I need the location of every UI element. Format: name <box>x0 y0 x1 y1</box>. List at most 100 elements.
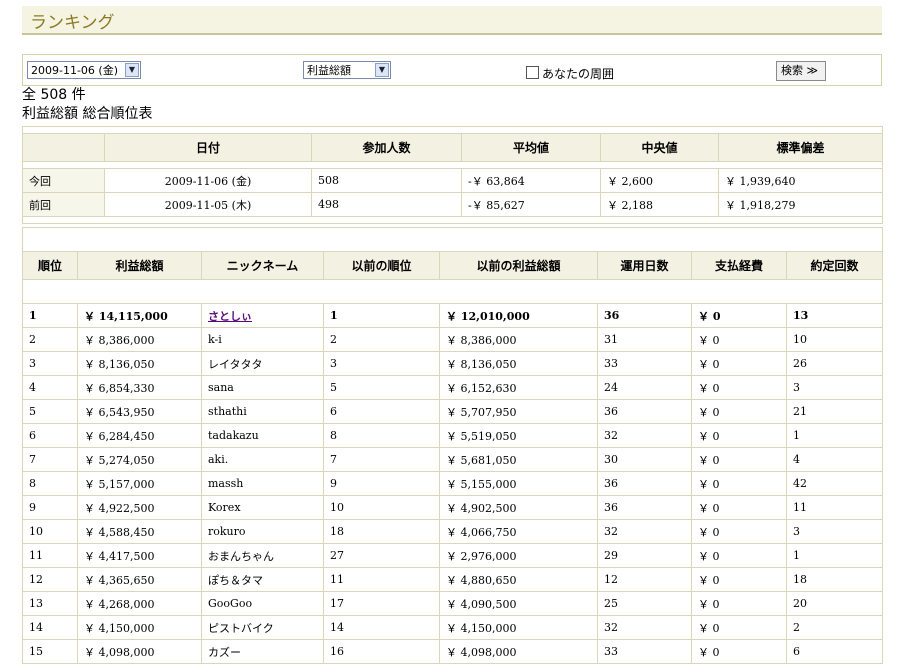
prev-profit-cell: ￥ 8,386,000 <box>439 327 598 352</box>
chevron-down-icon[interactable]: ▼ <box>125 63 139 77</box>
trades-cell: 11 <box>786 495 883 520</box>
chevron-down-icon[interactable]: ▼ <box>375 63 389 77</box>
neighbors-label: あなたの周囲 <box>542 67 615 81</box>
trades-cell: 6 <box>786 639 883 664</box>
table-title: 利益総額 総合順位表 <box>22 106 153 122</box>
stdev-cell: ￥ 1,918,279 <box>717 192 884 217</box>
nickname-cell: レイタタタ <box>201 351 324 376</box>
result-count: 全 508 件 <box>22 87 86 103</box>
metric-select-value: 利益総額 <box>307 64 351 77</box>
days-cell: 31 <box>597 327 692 352</box>
table-row: 13 ￥ 4,268,000 GooGoo 17 ￥ 4,090,500 25 ￥ 0 20 <box>22 591 883 616</box>
table-row: 2 ￥ 8,386,000 k-i 2 ￥ 8,386,000 31 ￥ 0 10 <box>22 327 883 352</box>
profit-cell: ￥ 5,274,050 <box>77 447 202 472</box>
table-row: 10 ￥ 4,588,450 rokuro 18 ￥ 4,066,750 32 ￥ 03 <box>22 519 883 544</box>
page-title: ランキング <box>30 13 115 33</box>
days-cell: 36 <box>597 399 692 424</box>
prev-rank-cell: 5 <box>323 375 440 400</box>
column-header: 以前の利益総額 <box>439 251 598 280</box>
nickname-cell: sthathi <box>201 399 324 424</box>
prev-rank-cell: 10 <box>323 495 440 520</box>
date-cell: 2009-11-05 (木) <box>104 192 312 217</box>
prev-rank-cell: 11 <box>323 567 440 592</box>
table-row: 8 ￥ 5,157,000 massh 9 ￥ 5,155,000 36 ￥ 0 42 <box>22 471 883 496</box>
trades-cell: 21 <box>786 399 883 424</box>
nickname-cell: カズー <box>201 639 324 664</box>
column-header: 利益総額 <box>77 251 202 280</box>
rank-cell: 4 <box>22 375 78 400</box>
table-row: 1 ￥ 14,115,000 さとしぃ 1 ￥ 12,010,000 36 ￥ 0 13 <box>22 303 883 328</box>
page-header: ランキング <box>22 6 882 35</box>
rank-cell: 15 <box>22 639 78 664</box>
nickname-cell: k-i <box>201 327 324 352</box>
expense-cell: ￥ 0 <box>691 447 787 472</box>
table-row: 9 ￥ 4,922,500 Korex 10 ￥ 4,902,500 36 ￥ 0 11 <box>22 495 883 520</box>
nickname-cell: さとしぃ <box>201 303 324 328</box>
expense-cell: ￥ 0 <box>691 399 787 424</box>
profit-cell: ￥ 6,543,950 <box>77 399 202 424</box>
stats-row: 前回 2009-11-05 (木) 498 -￥ 85,627 ￥ 2,188 … <box>22 192 884 217</box>
median-cell: ￥ 2,600 <box>600 168 719 193</box>
prev-profit-cell: ￥ 8,136,050 <box>439 351 598 376</box>
profit-cell: ￥ 8,386,000 <box>77 327 202 352</box>
table-row: 12 ￥ 4,365,650 ぽち＆タマ 11 ￥ 4,880,650 12 ￥ 0 18 <box>22 567 883 592</box>
column-header: 平均値 <box>461 133 601 162</box>
rank-cell: 13 <box>22 591 78 616</box>
prev-profit-cell: ￥ 6,152,630 <box>439 375 598 400</box>
days-cell: 36 <box>597 495 692 520</box>
trades-cell: 26 <box>786 351 883 376</box>
profit-cell: ￥ 14,115,000 <box>77 303 202 328</box>
trades-cell: 18 <box>786 567 883 592</box>
prev-rank-cell: 2 <box>323 327 440 352</box>
prev-profit-cell: ￥ 4,066,750 <box>439 519 598 544</box>
prev-profit-cell: ￥ 4,090,500 <box>439 591 598 616</box>
trades-cell: 20 <box>786 591 883 616</box>
profit-cell: ￥ 6,284,450 <box>77 423 202 448</box>
trades-cell: 3 <box>786 375 883 400</box>
table-row: 11 ￥ 4,417,500 おまんちゃん 27 ￥ 2,976,000 29 ￥ 01 <box>22 543 883 568</box>
expense-cell: ￥ 0 <box>691 351 787 376</box>
nickname-cell: aki. <box>201 447 324 472</box>
date-select-value: 2009-11-06 (金) <box>31 64 119 77</box>
prev-profit-cell: ￥ 12,010,000 <box>439 303 598 328</box>
expense-cell: ￥ 0 <box>691 471 787 496</box>
prev-profit-cell: ￥ 2,976,000 <box>439 543 598 568</box>
profit-cell: ￥ 6,854,330 <box>77 375 202 400</box>
column-header: 順位 <box>22 251 78 280</box>
rank-cell: 11 <box>22 543 78 568</box>
days-cell: 33 <box>597 351 692 376</box>
neighbors-checkbox[interactable]: あなたの周囲 <box>526 65 614 82</box>
nickname-cell: Korex <box>201 495 324 520</box>
column-header: 支払経費 <box>691 251 787 280</box>
stats-header-row: 日付 参加人数 平均値 中央値 標準偏差 <box>22 133 884 162</box>
rank-cell: 6 <box>22 423 78 448</box>
column-header: 中央値 <box>600 133 719 162</box>
prev-rank-cell: 17 <box>323 591 440 616</box>
column-header: 日付 <box>104 133 312 162</box>
search-bar: 2009-11-06 (金) ▼ 利益総額 ▼ あなたの周囲 検索 ≫ <box>22 54 882 86</box>
trades-cell: 1 <box>786 543 883 568</box>
prev-rank-cell: 27 <box>323 543 440 568</box>
expense-cell: ￥ 0 <box>691 303 787 328</box>
expense-cell: ￥ 0 <box>691 519 787 544</box>
profit-cell: ￥ 4,922,500 <box>77 495 202 520</box>
nickname-link[interactable]: さとしぃ <box>208 310 252 323</box>
checkbox-icon[interactable] <box>526 66 539 79</box>
expense-cell: ￥ 0 <box>691 639 787 664</box>
rank-cell: 9 <box>22 495 78 520</box>
rank-cell: 8 <box>22 471 78 496</box>
prev-profit-cell: ￥ 5,519,050 <box>439 423 598 448</box>
date-cell: 2009-11-06 (金) <box>104 168 312 193</box>
search-button[interactable]: 検索 ≫ <box>776 61 826 81</box>
profit-cell: ￥ 5,157,000 <box>77 471 202 496</box>
median-cell: ￥ 2,188 <box>600 192 719 217</box>
trades-cell: 42 <box>786 471 883 496</box>
nickname-cell: おまんちゃん <box>201 543 324 568</box>
days-cell: 33 <box>597 639 692 664</box>
date-select[interactable]: 2009-11-06 (金) ▼ <box>27 61 141 79</box>
metric-select[interactable]: 利益総額 ▼ <box>303 61 391 79</box>
trades-cell: 3 <box>786 519 883 544</box>
rank-cell: 12 <box>22 567 78 592</box>
expense-cell: ￥ 0 <box>691 423 787 448</box>
prev-rank-cell: 7 <box>323 447 440 472</box>
